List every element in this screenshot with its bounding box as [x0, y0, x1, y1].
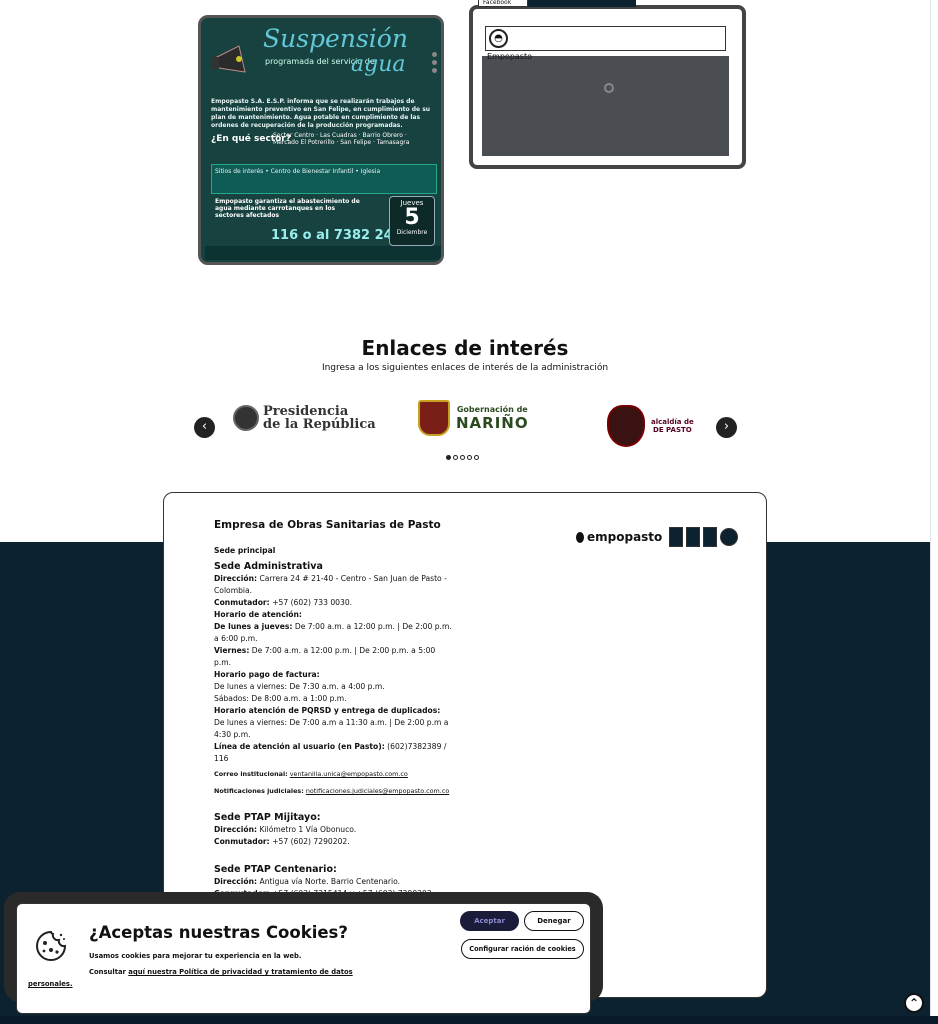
dir-label: Dirección: — [214, 877, 258, 886]
linea-label: Línea de atención al usuario (en Pasto): — [214, 742, 385, 751]
sede-centenario-title: Sede PTAP Centenario: — [214, 864, 337, 875]
empopasto-logo-text: empopasto — [587, 530, 663, 544]
judicial-email-link[interactable]: notificaciones.judiciales@empopasto.com.… — [306, 787, 449, 795]
dir-label: Dirección: — [214, 825, 258, 834]
pqrsd-hours: De lunes a viernes: De 7:00 a.m a 11:30 … — [214, 718, 449, 739]
lj-label: De lunes a jueves: — [214, 622, 293, 631]
presidencia-logo-link[interactable]: Presidencia de la República — [233, 396, 376, 440]
cookie-policy-line: Consultar aquí nuestra Política de priva… — [89, 968, 353, 976]
dir-label: Dirección: — [214, 574, 258, 583]
links-section-subtitle: Ingresa a los siguientes enlaces de inte… — [321, 363, 609, 373]
gobernacion-logo-link[interactable]: Gobernación de NARIÑO — [418, 396, 529, 440]
gobernacion-line2: NARIÑO — [456, 413, 529, 432]
certification-badge-icon — [669, 527, 684, 547]
facebook-page-header[interactable]: ◓ — [485, 26, 726, 51]
cookie-title: ¿Aceptas nuestras Cookies? — [89, 923, 348, 942]
cookie-icon — [36, 930, 67, 961]
alcaldia-logo-link[interactable]: alcaldía de DE PASTO — [607, 404, 694, 448]
alcaldia-line1: alcaldía de — [651, 418, 694, 426]
certification-seal-icon — [720, 528, 739, 546]
facebook-feed-panel — [482, 56, 729, 156]
links-section-title: Enlaces de interés — [361, 336, 569, 360]
presidencia-seal-icon — [233, 405, 259, 431]
cookie-policy-prefix: Consultar — [89, 968, 126, 976]
vi-label: Viernes: — [214, 646, 250, 655]
poster-body: Empopasto S.A. E.S.P. informa que se rea… — [211, 98, 431, 129]
correo-label: Correo institucional: — [214, 770, 288, 778]
suspension-poster[interactable]: Suspensión programada del servicio de ag… — [198, 15, 444, 265]
conm-label: Conmutador: — [214, 598, 270, 607]
loading-spinner-icon — [604, 83, 614, 93]
poster-date-day: 5 — [404, 205, 420, 230]
poster-title: Suspensión — [263, 24, 408, 53]
carousel-dot[interactable] — [453, 455, 458, 460]
tab-facebook[interactable]: Facebook — [478, 0, 528, 7]
mijitayo-address: Kilómetro 1 Vía Obonuco. — [259, 825, 357, 834]
sede-admin-title: Sede Administrativa — [214, 561, 323, 572]
tab-other[interactable] — [528, 0, 636, 7]
deny-cookies-button[interactable]: Denegar — [524, 911, 584, 931]
centenario-address: Antigua vía Norte. Barrio Centenario. — [259, 877, 401, 886]
facebook-widget[interactable]: ◓ Empopasto — [469, 5, 746, 169]
pago-weekday: De lunes a viernes: De 7:30 a.m. a 4:00 … — [214, 682, 385, 691]
empopasto-logo-icon: ◓ — [489, 29, 508, 48]
poster-interest-row: Sitios de interés • Centro de Bienestar … — [211, 164, 437, 194]
presidencia-line2: de la República — [263, 417, 376, 432]
alcaldia-line2: DE PASTO — [653, 426, 692, 434]
pago-saturday: Sábados: De 8:00 a.m. a 1:00 p.m. — [214, 694, 347, 703]
accept-cookies-button[interactable]: Aceptar — [460, 911, 519, 931]
bottom-bar — [0, 1016, 938, 1024]
sede-principal-label: Sede principal — [214, 546, 276, 555]
company-name: Empresa de Obras Sanitarias de Pasto — [214, 519, 441, 531]
carousel-dot[interactable] — [467, 455, 472, 460]
admin-phone: +57 (602) 733 0030. — [272, 598, 353, 607]
pasto-crest-icon — [607, 405, 645, 447]
narino-shield-icon — [418, 400, 450, 436]
mijitayo-phone: +57 (602) 7290202. — [272, 837, 350, 846]
water-drop-icon — [576, 531, 584, 543]
carousel-dot[interactable] — [474, 455, 479, 460]
poster-footer: Empopasto garantiza el abastecimiento de… — [215, 198, 360, 219]
sede-mijitayo-title: Sede PTAP Mijitayo: — [214, 812, 321, 823]
certification-badge-icon — [686, 527, 701, 547]
page-scroll-edge — [930, 0, 938, 1024]
cookie-policy-line-2: personales. — [28, 980, 73, 988]
carousel-dot[interactable] — [460, 455, 465, 460]
widget-tabs: Facebook — [478, 0, 636, 7]
empopasto-logo: empopasto — [576, 527, 739, 547]
poster-dots — [432, 52, 437, 76]
pqrsd-label: Horario atención de PQRSD y entrega de d… — [214, 706, 441, 715]
megaphone-icon — [211, 45, 246, 73]
horario-label: Horario de atención: — [214, 610, 302, 619]
poster-word: agua — [351, 52, 406, 77]
scroll-to-top-button[interactable]: ⌃ — [904, 993, 924, 1013]
gobernacion-line1: Gobernación de — [456, 404, 528, 414]
poster-zones: Sector Centro · Las Cuadras · Barrio Obr… — [273, 132, 410, 146]
cookie-text: Usamos cookies para mejorar tu experienc… — [89, 952, 302, 960]
contact-info: Sede principal Sede Administrativa Direc… — [214, 545, 454, 900]
carousel-dots — [446, 455, 479, 460]
privacy-policy-link-cont[interactable]: personales. — [28, 980, 73, 988]
poster-date-month: Diciembre — [396, 229, 428, 236]
conm-label: Conmutador: — [214, 837, 270, 846]
carousel-prev-button[interactable]: ‹ — [194, 417, 215, 438]
carousel-next-button[interactable]: › — [716, 417, 737, 438]
institutional-email-link[interactable]: ventanilla.unica@empopasto.com.co — [290, 770, 408, 778]
facebook-page-name: Empopasto — [487, 52, 532, 61]
privacy-policy-link[interactable]: aquí nuestra Política de privacidad y tr… — [128, 968, 352, 976]
configure-cookies-button[interactable]: Configurar ración de cookies — [461, 939, 584, 959]
poster-row-label: Sitios de interés — [215, 168, 264, 175]
pago-label: Horario pago de factura: — [214, 670, 320, 679]
poster-date-badge: Jueves 5 Diciembre — [389, 196, 435, 246]
notif-label: Notificaciones judiciales: — [214, 787, 304, 795]
poster-row-items: • Centro de Bienestar Infantil • Iglesia — [265, 168, 381, 175]
poster-bottom-bar — [205, 246, 441, 260]
carousel-dot[interactable] — [446, 455, 451, 460]
certification-badge-icon — [703, 527, 718, 547]
